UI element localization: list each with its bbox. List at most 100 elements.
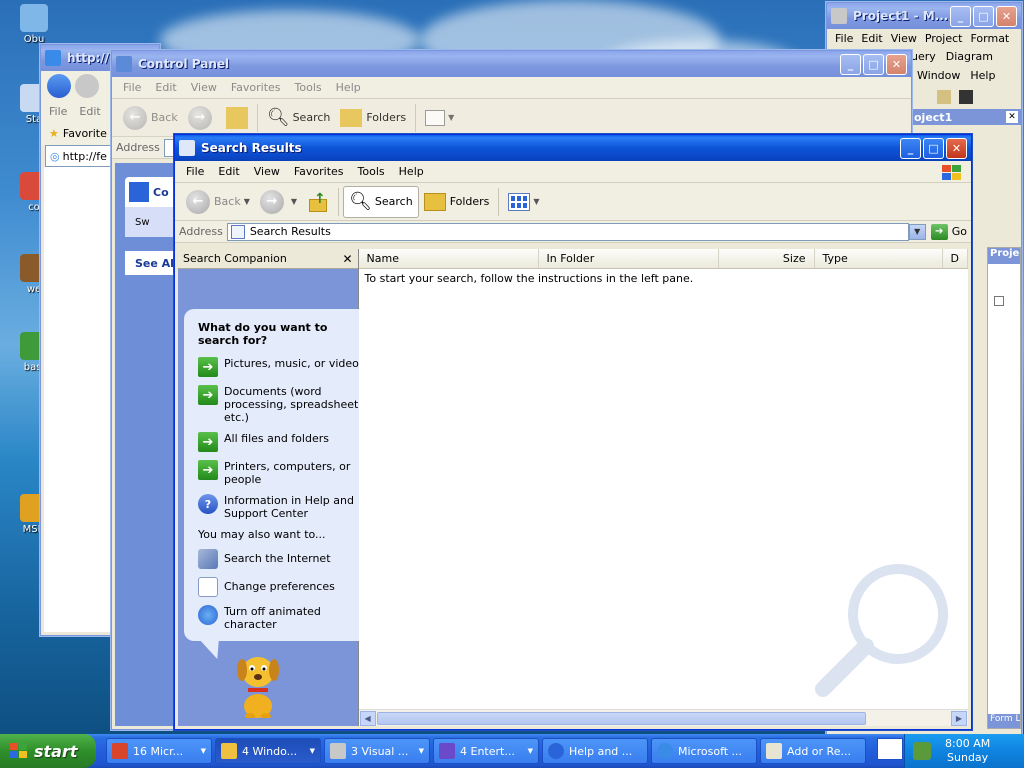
task-add-remove-programs[interactable]: Add or Re... [760, 738, 866, 764]
cp-side-item[interactable]: Sw [125, 207, 181, 237]
views-button[interactable]: ▼ [503, 186, 544, 218]
cp-menu-help[interactable]: Help [329, 81, 368, 94]
close-button[interactable]: ✕ [946, 137, 967, 159]
cp-menu-file[interactable]: File [116, 81, 148, 94]
search-titlebar[interactable]: Search Results _ □ ✕ [175, 135, 971, 161]
column-in-folder[interactable]: In Folder [539, 249, 719, 268]
favorites-label[interactable]: Favorite [63, 127, 107, 140]
close-button[interactable]: ✕ [886, 53, 907, 75]
vb-menu-file[interactable]: File [835, 32, 853, 45]
task-windows-explorer[interactable]: 4 Windo... ▼ [215, 738, 321, 764]
menu-tools[interactable]: Tools [351, 165, 392, 178]
minimize-button[interactable]: _ [840, 53, 861, 75]
cp-titlebar[interactable]: Control Panel _ □ ✕ [112, 51, 911, 77]
desktop-icon-recycle-bin[interactable]: Obu [14, 4, 54, 45]
vb-menu-edit[interactable]: Edit [861, 32, 882, 45]
back-button[interactable]: ← Back ▼ [181, 186, 255, 218]
minimize-button[interactable]: _ [900, 137, 921, 159]
back-icon[interactable] [47, 74, 71, 98]
results-pane[interactable]: Name In Folder Size Type D To start your… [358, 249, 968, 726]
task-entertainment[interactable]: 4 Entert... ▼ [433, 738, 539, 764]
go-button[interactable]: ➔ Go [930, 223, 967, 240]
forward-button[interactable]: → ▼ [255, 186, 302, 218]
search-results-window[interactable]: Search Results _ □ ✕ File Edit View Favo… [174, 134, 972, 730]
maximize-button[interactable]: □ [923, 137, 944, 159]
character-icon [198, 605, 218, 625]
forward-icon[interactable] [75, 74, 99, 98]
ie-menu-file[interactable]: File [49, 105, 67, 118]
address-dropdown-button[interactable]: ▼ [908, 223, 926, 240]
menu-favorites[interactable]: Favorites [287, 165, 351, 178]
cp-folders-button[interactable]: Folders [335, 102, 411, 134]
close-icon[interactable]: ✕ [342, 252, 352, 266]
visual-studio-icon [330, 743, 346, 759]
menu-view[interactable]: View [247, 165, 287, 178]
option-search-internet[interactable]: Search the Internet [198, 549, 362, 569]
system-tray: 8:00 AM Sunday [904, 734, 1024, 768]
cp-see-also[interactable]: See Al [125, 251, 181, 275]
address-field[interactable]: Search Results [226, 222, 909, 241]
column-name[interactable]: Name [359, 249, 539, 268]
menu-help[interactable]: Help [392, 165, 431, 178]
option-pictures-music-video[interactable]: ➔ Pictures, music, or video [198, 357, 362, 377]
option-change-preferences[interactable]: Change preferences [198, 577, 362, 597]
save-icon[interactable] [959, 90, 973, 104]
menu-edit[interactable]: Edit [211, 165, 246, 178]
task-microsoft-office[interactable]: 16 Micr... ▼ [106, 738, 212, 764]
cp-back-button[interactable]: ← Back [118, 102, 183, 134]
minimize-button[interactable]: _ [950, 5, 971, 27]
cp-search-button[interactable]: 🔍︎ Search [262, 102, 336, 134]
recycle-bin-icon [20, 4, 48, 32]
option-printers-computers-people[interactable]: ➔ Printers, computers, or people [198, 460, 362, 486]
cp-menu-favorites[interactable]: Favorites [224, 81, 288, 94]
task-help-and-support[interactable]: Help and ... [542, 738, 648, 764]
vb-menu-window[interactable]: Window [917, 69, 960, 82]
up-button[interactable]: ↑ [302, 186, 334, 218]
keyboard-language-icon[interactable] [877, 738, 903, 760]
column-size[interactable]: Size [719, 249, 815, 268]
cp-menu-tools[interactable]: Tools [288, 81, 329, 94]
scrollbar-thumb[interactable] [376, 712, 866, 725]
start-button[interactable]: start [0, 734, 96, 768]
vb-menu-project[interactable]: Project [925, 32, 963, 45]
search-dog-character-icon[interactable] [228, 646, 288, 718]
horizontal-scrollbar[interactable]: ◀ ▶ [358, 709, 968, 726]
option-help-and-support[interactable]: ? Information in Help and Support Center [198, 494, 362, 520]
task-visual-studio[interactable]: 3 Visual ... ▼ [324, 738, 430, 764]
tree-expand-icon[interactable] [994, 296, 1004, 306]
clock[interactable]: 8:00 AM Sunday [945, 737, 990, 765]
cp-up-button[interactable] [221, 102, 253, 134]
ie-menu-edit[interactable]: Edit [79, 105, 100, 118]
vb-titlebar[interactable]: Project1 - M... _ □ ✕ [827, 3, 1021, 29]
close-button[interactable]: ✕ [996, 5, 1017, 27]
maximize-button[interactable]: □ [863, 53, 884, 75]
cp-views-button[interactable]: ▼ [420, 102, 459, 134]
vb-menu-help[interactable]: Help [970, 69, 995, 82]
favorites-star-icon[interactable]: ★ [49, 127, 59, 140]
cp-menu-edit[interactable]: Edit [148, 81, 183, 94]
scroll-left-button[interactable]: ◀ [359, 711, 376, 726]
maximize-button[interactable]: □ [973, 5, 994, 27]
folders-button[interactable]: Folders [419, 186, 495, 218]
cp-forward-button[interactable]: → [183, 102, 221, 134]
network-icon[interactable] [913, 742, 931, 760]
search-button[interactable]: 🔍︎ Search [343, 185, 419, 218]
vb-project-explorer[interactable]: Project Form L [987, 247, 1021, 729]
taskbar-buttons: 16 Micr... ▼ 4 Windo... ▼ 3 Visual ... ▼… [96, 738, 904, 764]
cp-menu-view[interactable]: View [184, 81, 224, 94]
vb-menu-view[interactable]: View [891, 32, 917, 45]
column-type[interactable]: Type [815, 249, 943, 268]
vb-menu-format[interactable]: Format [970, 32, 1009, 45]
option-all-files-and-folders[interactable]: ➔ All files and folders [198, 432, 362, 452]
option-turn-off-character[interactable]: Turn off animated character [198, 605, 362, 631]
menu-file[interactable]: File [179, 165, 211, 178]
column-date[interactable]: D [943, 249, 968, 268]
scroll-right-button[interactable]: ▶ [951, 711, 967, 726]
vb-menu-query[interactable]: uery [911, 50, 936, 63]
option-documents[interactable]: ➔ Documents (word processing, spreadshee… [198, 385, 362, 424]
clock-day: Sunday [947, 751, 989, 764]
close-icon[interactable]: ✕ [1006, 111, 1018, 123]
vb-menu-diagram[interactable]: Diagram [946, 50, 993, 63]
task-internet-explorer[interactable]: Microsoft ... [651, 738, 757, 764]
open-folder-icon[interactable] [937, 90, 951, 104]
